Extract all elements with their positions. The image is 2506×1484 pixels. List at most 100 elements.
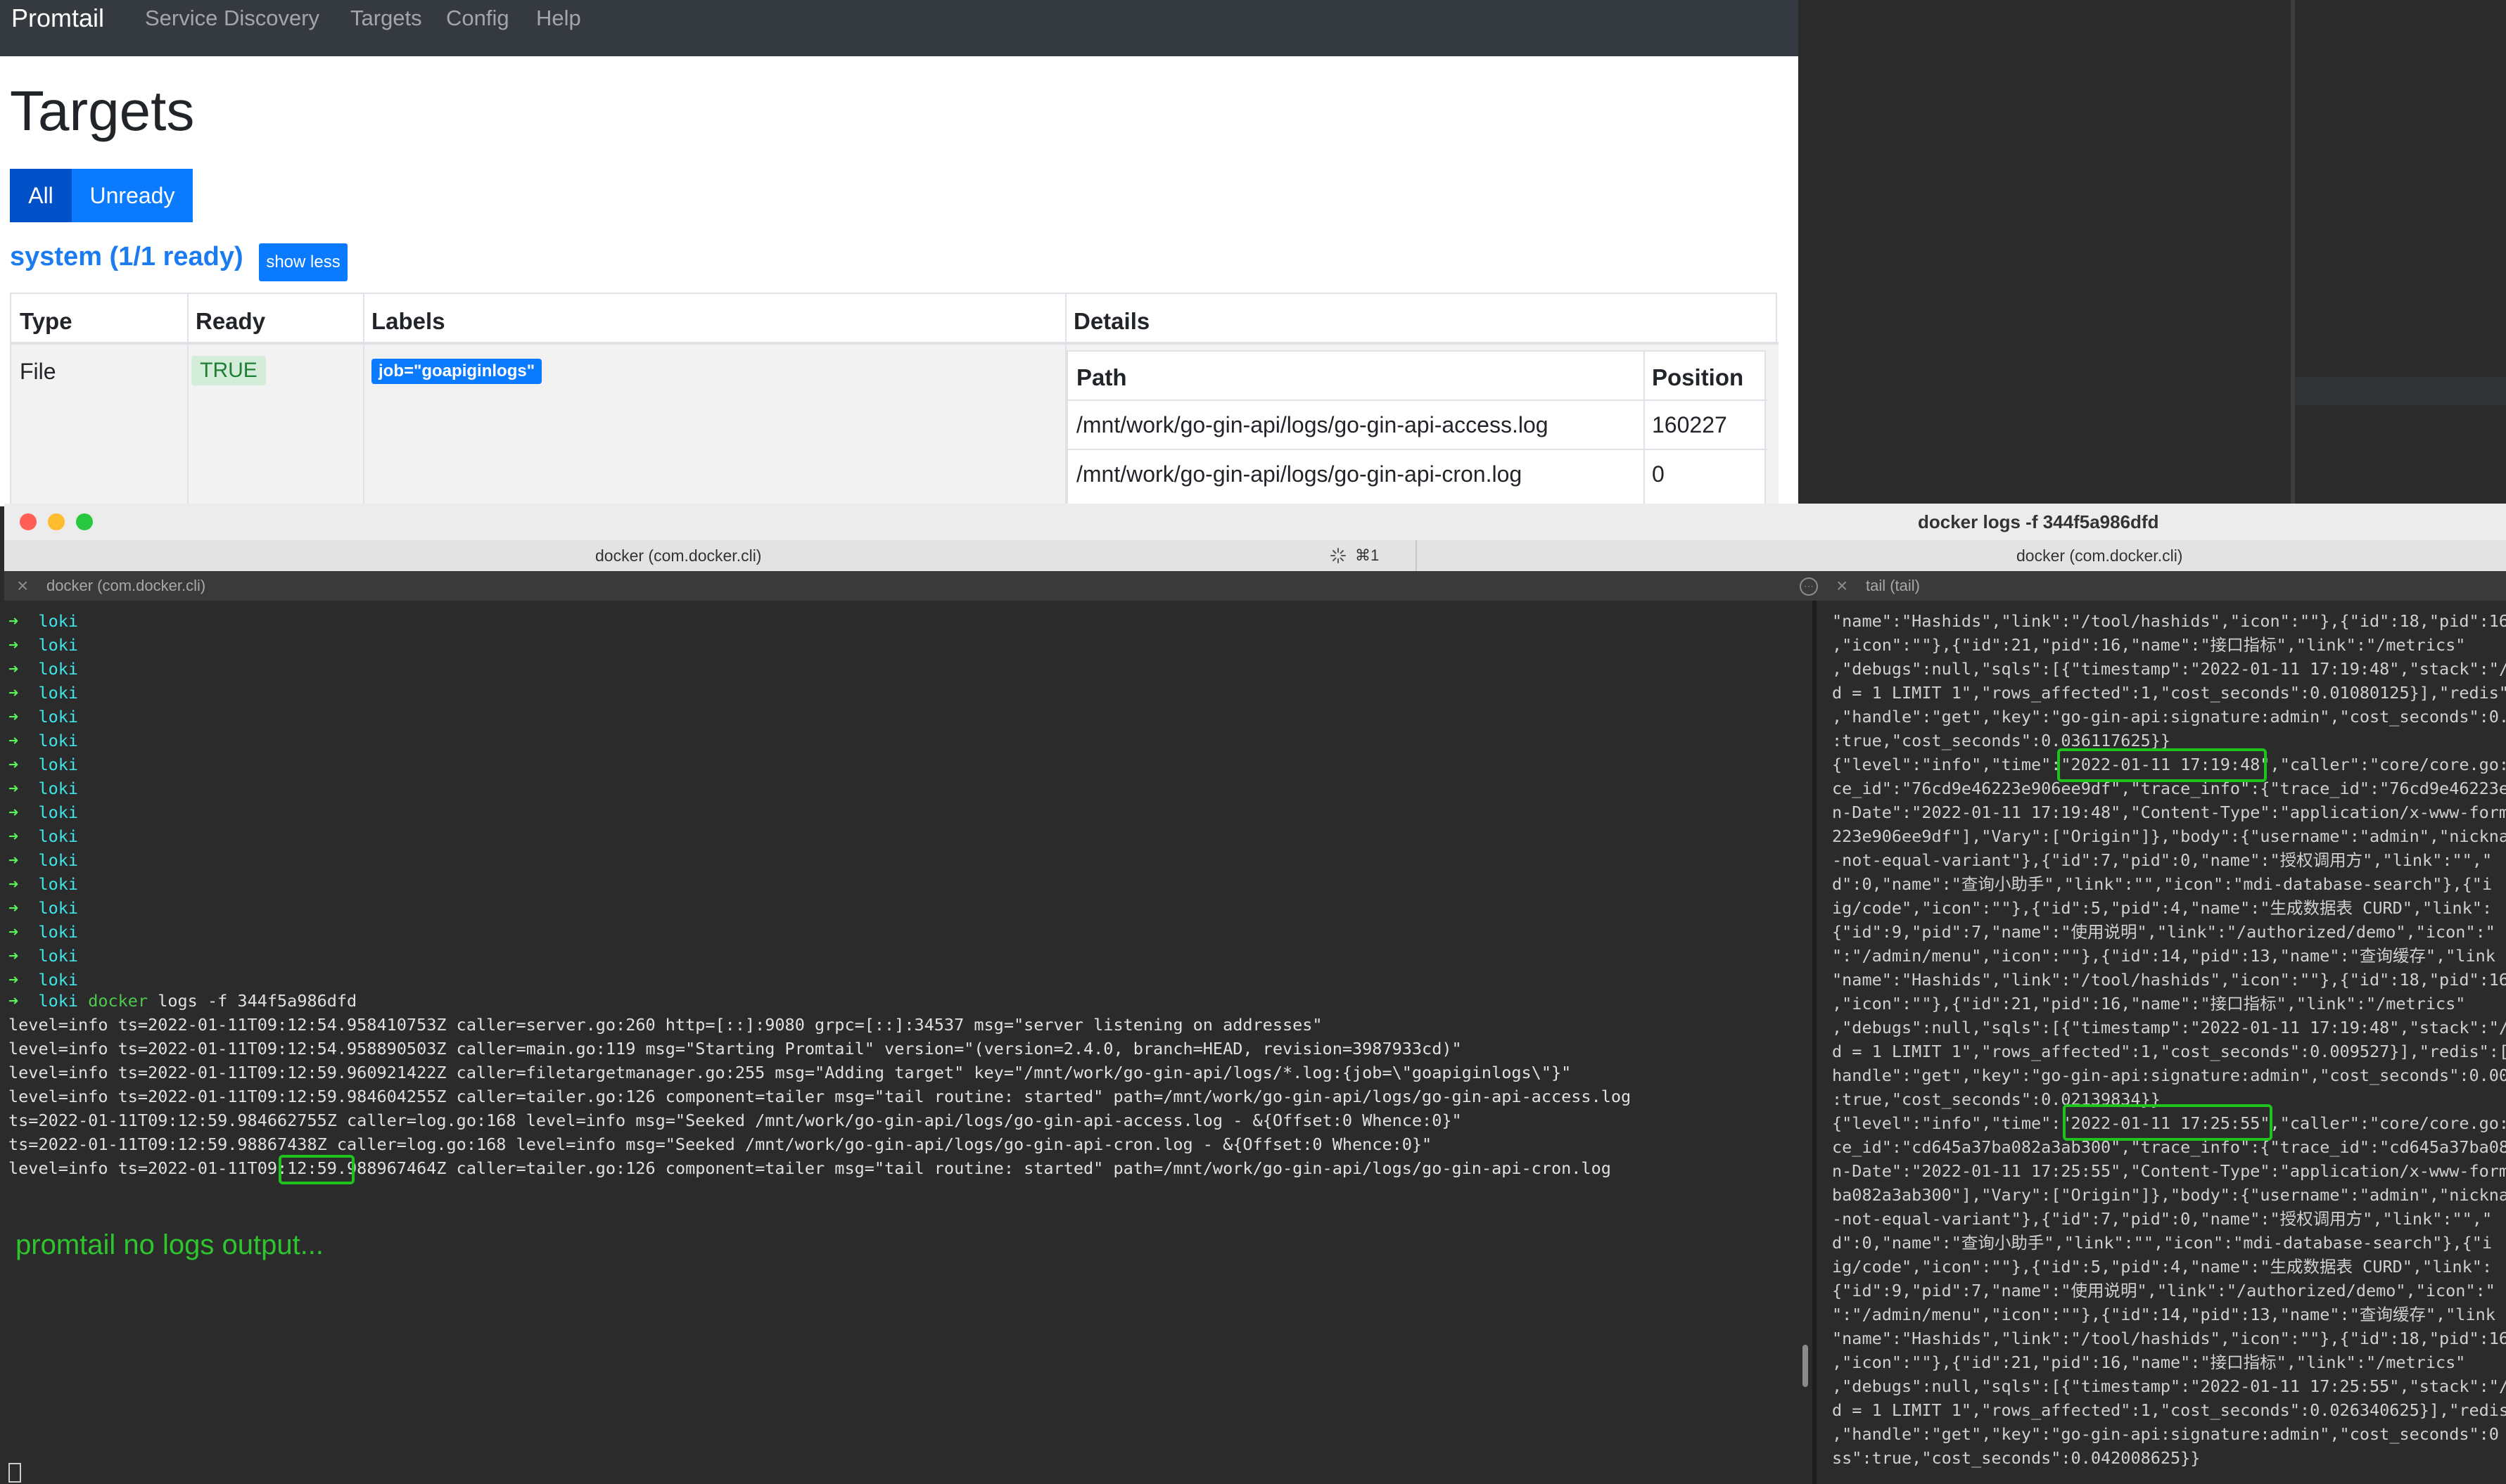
column-header-type: Type: [20, 308, 72, 334]
minimize-window-button[interactable]: [48, 513, 65, 530]
pane-header-bar: × docker (com.docker.cli) ⋯ × tail (tail…: [4, 571, 2506, 601]
column-header-ready: Ready: [196, 308, 266, 334]
column-divider: [187, 294, 189, 506]
json-log-line: ":"/admin/menu","icon":""},{"id":14,"pid…: [1832, 946, 2495, 966]
prompt-line: ➜ loki: [8, 729, 78, 753]
target-type: File: [20, 359, 56, 384]
prompt-line: ➜ loki: [8, 776, 78, 800]
prompt-line: ➜ loki: [8, 800, 78, 824]
close-pane-icon[interactable]: ×: [1836, 571, 1847, 601]
json-log-line: ss":true,"cost_seconds":0.042008625}}: [1832, 1448, 2201, 1468]
brand-logo[interactable]: Promtail: [11, 0, 104, 37]
details-position-cell: 160227: [1652, 412, 1727, 437]
prompt-line: ➜ loki: [8, 896, 78, 920]
command-args: logs -f 344f5a986dfd: [148, 991, 357, 1011]
json-log-line: ,"debugs":null,"sqls":[{"timestamp":"202…: [1832, 1376, 2506, 1396]
prompt-dir: loki: [38, 779, 79, 798]
pane-title-right: tail (tail): [1866, 577, 1921, 594]
prompt-line: ➜ loki: [8, 633, 78, 657]
json-log-line: -not-equal-variant"},{"id":7,"pid":0,"na…: [1832, 1209, 2493, 1229]
prompt-arrow: ➜: [8, 635, 19, 655]
annotation-note: promtail no logs output...: [15, 1229, 324, 1260]
prompt-line: ➜ loki: [8, 657, 78, 681]
pane-divider[interactable]: [1812, 601, 1817, 1484]
prompt-line: ➜ loki: [8, 968, 78, 992]
nav-service-discovery[interactable]: Service Discovery: [145, 0, 319, 37]
prompt-line: ➜ loki: [8, 824, 78, 848]
prompt-arrow: ➜: [8, 991, 19, 1011]
prompt-dir: loki: [38, 898, 79, 918]
prompt-dir: loki: [38, 922, 79, 942]
filter-unready-button[interactable]: Unready: [72, 169, 193, 222]
json-log-line: n-Date":"2022-01-11 17:25:55","Content-T…: [1832, 1161, 2506, 1181]
row-divider: [1068, 399, 1767, 401]
json-log-line: d = 1 LIMIT 1","rows_affected":1,"cost_s…: [1832, 1042, 2506, 1061]
details-position-cell: 0: [1652, 461, 1665, 487]
log-line: ts=2022-01-11T09:12:59.984662755Z caller…: [8, 1111, 1462, 1130]
job-group-title[interactable]: system (1/1 ready): [10, 242, 243, 272]
json-log-line: ,"handle":"get","key":"go-gin-api:signat…: [1832, 707, 2506, 727]
prompt-arrow: ➜: [8, 850, 19, 870]
prompt-dir: loki: [38, 707, 79, 727]
show-less-button[interactable]: show less: [259, 243, 348, 281]
nav-config[interactable]: Config: [446, 0, 509, 37]
scrollbar-thumb[interactable]: [1802, 1345, 1808, 1387]
background-editor: [1798, 0, 2506, 506]
prompt-arrow: ➜: [8, 731, 19, 750]
page-title: Targets: [10, 79, 195, 142]
json-log-line: ig/code","icon":""},{"id":5,"pid":4,"nam…: [1832, 898, 2493, 918]
column-divider: [1643, 352, 1645, 506]
prompt-dir: loki: [38, 635, 79, 655]
json-log-line: {"id":9,"pid":7,"name":"使用说明","link":"/a…: [1832, 1281, 2495, 1300]
prompt-arrow: ➜: [8, 683, 19, 703]
prompt-dir: loki: [38, 991, 79, 1011]
json-log-line: n-Date":"2022-01-11 17:19:48","Content-T…: [1832, 802, 2506, 822]
prompt-dir: loki: [38, 970, 79, 990]
prompt-arrow: ➜: [8, 874, 19, 894]
label-badge: job="goapiginlogs": [371, 359, 542, 384]
terminal-cursor: [8, 1463, 21, 1483]
promtail-browser-window: Promtail Service Discovery Targets Confi…: [0, 0, 1798, 506]
json-log-line: d = 1 LIMIT 1","rows_affected":1,"cost_s…: [1832, 1400, 2506, 1420]
json-log-line: d":0,"name":"查询小助手","link":"","icon":"md…: [1832, 874, 2493, 894]
details-path-cell: /mnt/work/go-gin-api/logs/go-gin-api-cro…: [1076, 461, 1522, 487]
json-log-line: 223e906ee9df"],"Vary":["Origin"]},"body"…: [1832, 826, 2506, 846]
tab-divider: [1416, 540, 1417, 571]
column-header-labels: Labels: [371, 308, 445, 334]
prompt-line: ➜ loki: [8, 944, 78, 968]
prompt-dir: loki: [38, 850, 79, 870]
close-window-button[interactable]: [20, 513, 37, 530]
prompt-arrow: ➜: [8, 779, 19, 798]
log-line: level=info ts=2022-01-11T09:12:54.958410…: [8, 1015, 1323, 1035]
row-divider: [1068, 449, 1767, 450]
json-log-line: -not-equal-variant"},{"id":7,"pid":0,"na…: [1832, 850, 2493, 870]
details-header-position: Position: [1652, 364, 1744, 390]
highlight-box: [279, 1155, 355, 1184]
window-title: docker logs -f 344f5a986dfd: [1918, 511, 2159, 532]
details-path-cell: /mnt/work/go-gin-api/logs/go-gin-api-acc…: [1076, 412, 1548, 437]
filter-all-button[interactable]: All: [10, 169, 72, 222]
more-options-icon[interactable]: ⋯: [1800, 577, 1818, 596]
prompt-line: ➜ loki: [8, 872, 78, 896]
prompt-arrow: ➜: [8, 946, 19, 966]
close-pane-icon[interactable]: ×: [17, 571, 28, 601]
log-line: level=info ts=2022-01-11T09:12:59.988967…: [8, 1158, 1611, 1178]
prompt-line: ➜ loki: [8, 609, 78, 633]
prompt-arrow: ➜: [8, 802, 19, 822]
spinner-icon: [1330, 548, 1346, 563]
column-header-details: Details: [1074, 308, 1150, 334]
editor-gutter: [2291, 0, 2295, 506]
json-log-line: ,"icon":""},{"id":21,"pid":16,"name":"接口…: [1832, 994, 2466, 1013]
prompt-dir: loki: [38, 946, 79, 966]
nav-help[interactable]: Help: [536, 0, 581, 37]
maximize-window-button[interactable]: [76, 513, 93, 530]
nav-targets[interactable]: Targets: [350, 0, 422, 37]
json-log-line: "name":"Hashids","link":"/tool/hashids",…: [1832, 1329, 2506, 1348]
tab-docker-2[interactable]: docker (com.docker.cli): [2016, 540, 2182, 571]
prompt-arrow: ➜: [8, 898, 19, 918]
json-log-line: d = 1 LIMIT 1","rows_affected":1,"cost_s…: [1832, 683, 2506, 703]
json-log-line: d":0,"name":"查询小助手","link":"","icon":"md…: [1832, 1233, 2493, 1253]
json-log-line: ,"icon":""},{"id":21,"pid":16,"name":"接口…: [1832, 1352, 2466, 1372]
tab-docker-1[interactable]: docker (com.docker.cli): [595, 540, 761, 571]
navbar: Promtail Service Discovery Targets Confi…: [0, 0, 1798, 56]
